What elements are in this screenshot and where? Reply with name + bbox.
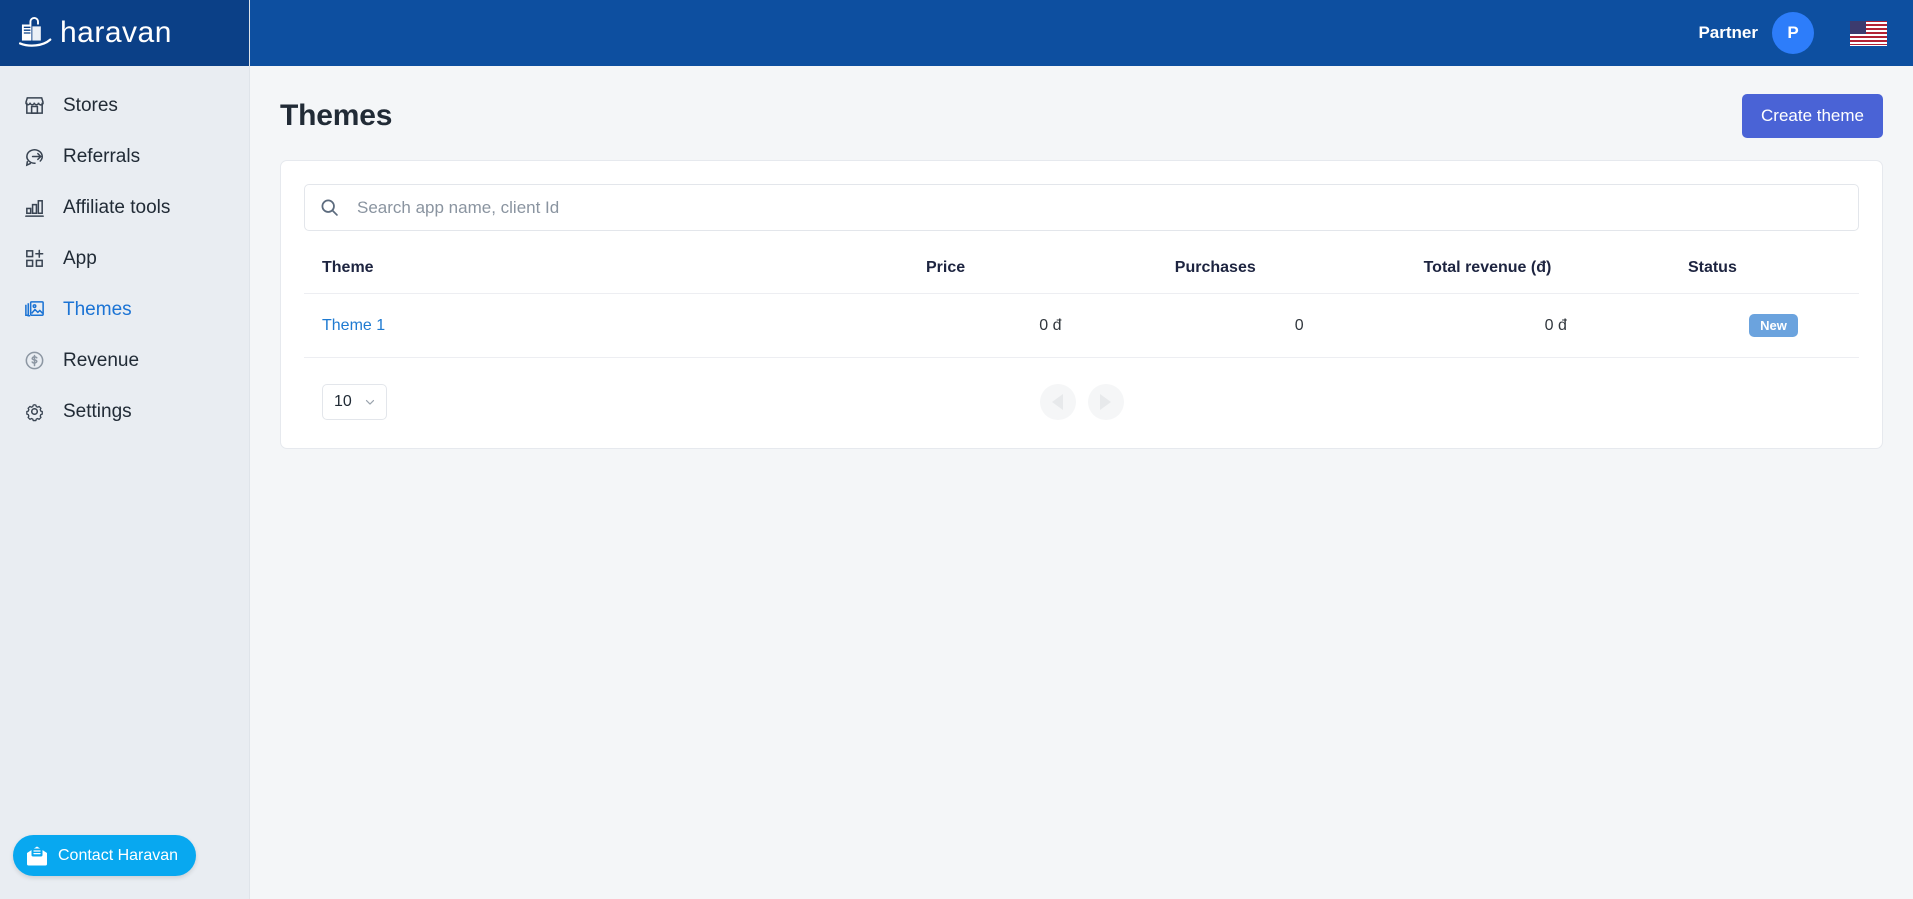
status-badge: New <box>1749 314 1798 337</box>
sidebar-item-label: Revenue <box>63 350 140 371</box>
table-footer: 10 <box>304 358 1859 420</box>
chevron-right-icon <box>1100 394 1111 410</box>
cell-purchases: 0 <box>1174 293 1424 358</box>
prev-page-button[interactable] <box>1039 384 1076 420</box>
cell-total-revenue: 0 đ <box>1423 293 1688 358</box>
referral-icon <box>22 145 46 169</box>
search-icon <box>319 197 341 219</box>
cell-theme-name: Theme 1 <box>304 293 926 358</box>
table-row: Theme 1 0 đ 0 0 đ New <box>304 293 1859 358</box>
envelope-chat-icon <box>25 844 49 868</box>
themes-table: Theme Price Purchases Total revenue (đ) … <box>304 237 1859 358</box>
column-header-purchases: Purchases <box>1174 237 1424 294</box>
chevron-left-icon <box>1052 394 1063 410</box>
chevron-down-icon <box>363 395 377 409</box>
avatar[interactable]: P <box>1772 12 1814 54</box>
table-head: Theme Price Purchases Total revenue (đ) … <box>304 237 1859 294</box>
top-bar: Partner P <box>250 0 1913 66</box>
sidebar-item-referrals[interactable]: Referrals <box>0 131 249 182</box>
sidebar-item-label: Themes <box>63 299 132 320</box>
us-flag-icon[interactable] <box>1850 20 1887 46</box>
sidebar-item-label: Settings <box>63 401 132 422</box>
sidebar-item-themes[interactable]: Themes <box>0 284 249 335</box>
search-bar[interactable] <box>304 184 1859 231</box>
themes-card: Theme Price Purchases Total revenue (đ) … <box>280 160 1883 449</box>
app-root: haravan Stores Referrals Affiliate tools… <box>0 0 1913 899</box>
search-input[interactable] <box>357 197 1844 218</box>
sidebar-item-label: Referrals <box>63 146 141 167</box>
sidebar-item-label: Stores <box>63 95 118 116</box>
partner-label: Partner <box>1698 23 1758 42</box>
brand-logo[interactable]: haravan <box>0 0 249 66</box>
column-header-theme: Theme <box>304 237 926 294</box>
cell-price: 0 đ <box>926 293 1175 358</box>
page-size-select[interactable]: 10 <box>322 384 387 420</box>
app-grid-plus-icon <box>22 247 46 271</box>
table-header-row: Theme Price Purchases Total revenue (đ) … <box>304 237 1859 294</box>
sidebar-item-label: Affiliate tools <box>63 197 171 218</box>
sidebar-item-stores[interactable]: Stores <box>0 80 249 131</box>
sidebar-item-app[interactable]: App <box>0 233 249 284</box>
cell-status: New <box>1687 293 1859 358</box>
create-theme-button[interactable]: Create theme <box>1742 94 1883 138</box>
shopping-bag-icon <box>18 16 58 50</box>
page-title: Themes <box>280 99 393 132</box>
next-page-button[interactable] <box>1087 384 1124 420</box>
gear-icon <box>22 400 46 424</box>
sidebar-item-affiliate-tools[interactable]: Affiliate tools <box>0 182 249 233</box>
sidebar: haravan Stores Referrals Affiliate tools… <box>0 0 250 899</box>
flag-canton <box>1850 20 1866 34</box>
contact-haravan-button[interactable]: Contact Haravan <box>13 835 197 876</box>
dollar-circle-icon <box>22 349 46 373</box>
pagination-controls <box>304 384 1859 420</box>
column-header-price: Price <box>926 237 1175 294</box>
main-area: Partner P Themes Create theme Search app… <box>250 0 1913 899</box>
sidebar-nav: Stores Referrals Affiliate tools App The… <box>0 66 249 437</box>
contact-haravan-label: Contact Haravan <box>58 846 179 864</box>
page-header: Themes Create theme <box>280 66 1883 160</box>
sidebar-item-settings[interactable]: Settings <box>0 386 249 437</box>
column-header-status: Status <box>1687 237 1859 294</box>
table-body: Theme 1 0 đ 0 0 đ New <box>304 293 1859 358</box>
image-stack-icon <box>22 298 46 322</box>
sidebar-item-revenue[interactable]: Revenue <box>0 335 249 386</box>
page-size-value: 10 <box>334 393 352 410</box>
brand-name: haravan <box>60 16 172 49</box>
storefront-icon <box>22 94 46 118</box>
sidebar-item-label: App <box>63 248 97 269</box>
column-header-total-revenue: Total revenue (đ) <box>1423 237 1688 294</box>
theme-link[interactable]: Theme 1 <box>322 317 385 334</box>
bar-chart-icon <box>22 196 46 220</box>
page-content: Themes Create theme T <box>250 66 1913 899</box>
